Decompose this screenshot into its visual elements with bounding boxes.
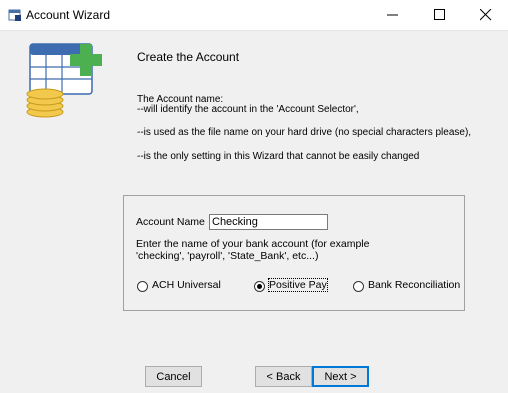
back-button[interactable]: < Back <box>255 366 312 387</box>
radio-label: Bank Reconciliation <box>368 279 461 291</box>
description-line: --will identify the account in the 'Acco… <box>137 104 359 115</box>
next-button[interactable]: Next > <box>312 366 369 387</box>
close-icon <box>480 9 492 21</box>
radio-indicator <box>137 281 148 292</box>
account-add-icon <box>26 43 102 118</box>
window-title: Account Wizard <box>26 8 111 22</box>
description-line: --is used as the file name on your hard … <box>137 127 472 138</box>
description-line: --is the only setting in this Wizard tha… <box>137 151 420 162</box>
account-name-label: Account Name <box>136 216 205 228</box>
maximize-button[interactable] <box>417 0 463 30</box>
account-name-hint: Enter the name of your bank account (for… <box>136 238 370 250</box>
app-icon <box>8 9 21 21</box>
radio-label: Positive Pay <box>268 278 328 292</box>
page-title: Create the Account <box>137 50 240 64</box>
close-button[interactable] <box>463 0 508 30</box>
radio-label: ACH Universal <box>152 279 221 291</box>
account-name-hint: 'checking', 'payroll', 'State_Bank', etc… <box>136 250 319 262</box>
title-bar: Account Wizard <box>0 0 508 31</box>
account-name-input[interactable] <box>209 214 328 230</box>
maximize-icon <box>434 9 445 20</box>
radio-indicator <box>254 281 265 292</box>
minimize-button[interactable] <box>370 0 416 30</box>
radio-indicator <box>353 281 364 292</box>
cancel-button[interactable]: Cancel <box>145 366 202 387</box>
minimize-icon <box>387 14 398 16</box>
